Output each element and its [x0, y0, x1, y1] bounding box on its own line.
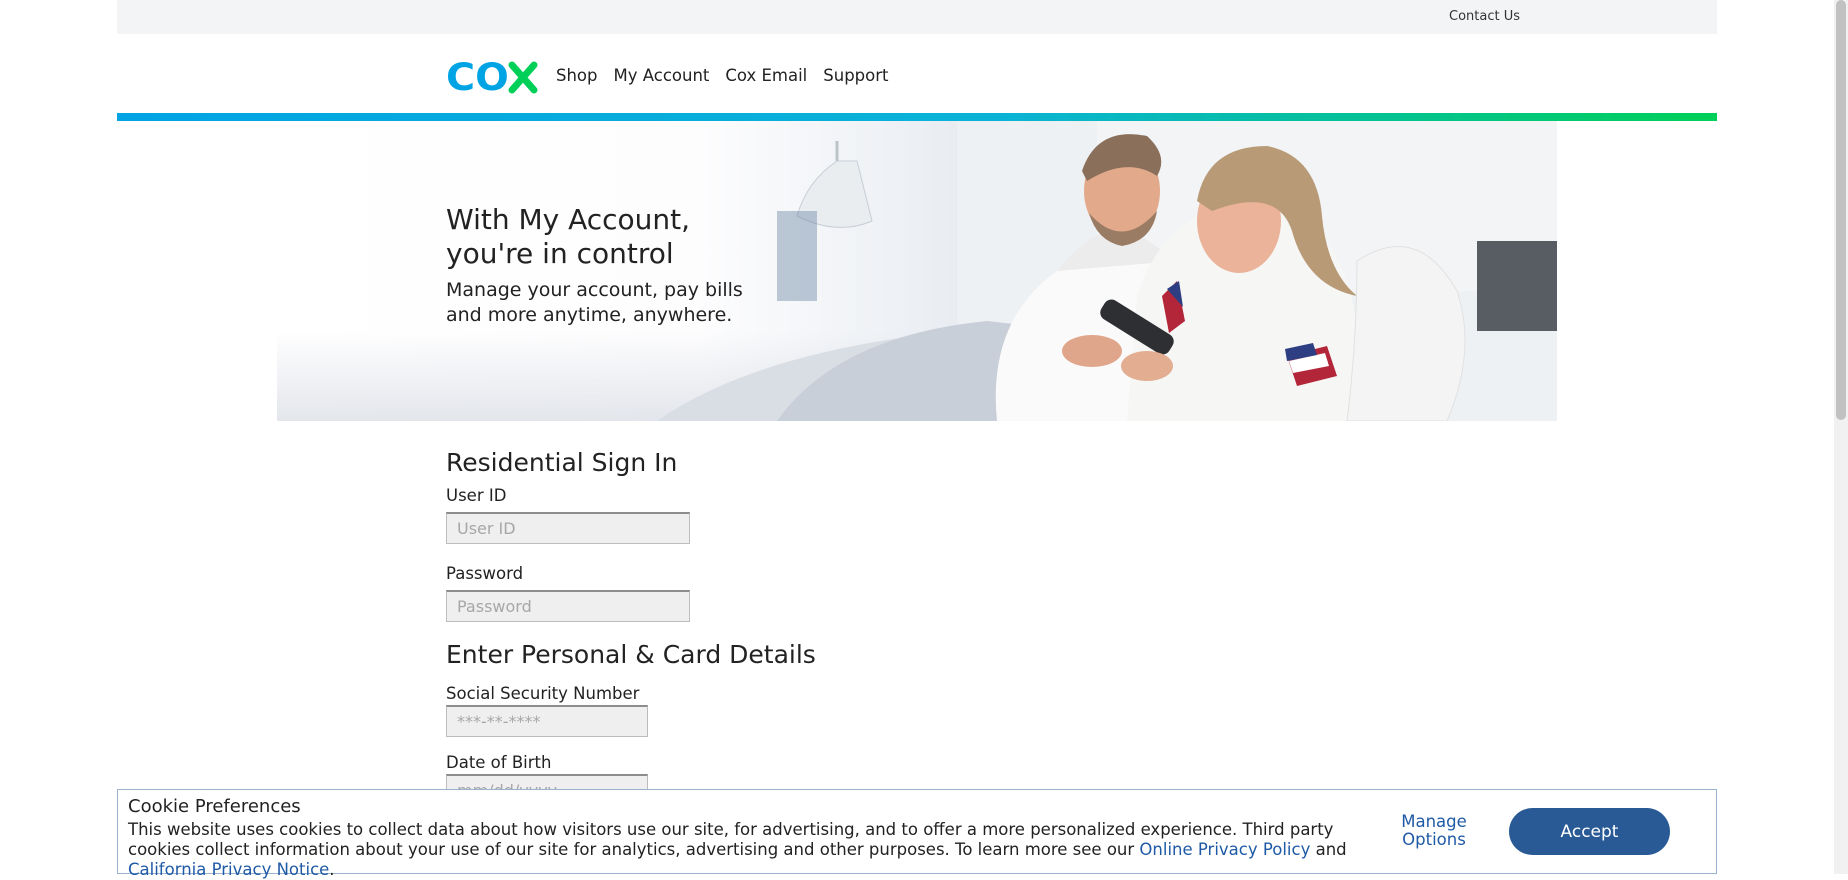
hero-subtitle: Manage your account, pay bills and more … — [446, 278, 766, 328]
nav-shop[interactable]: Shop — [556, 66, 598, 85]
ssn-input[interactable] — [446, 705, 648, 737]
hero-title-line2: you're in control — [446, 237, 674, 270]
userid-label: User ID — [446, 486, 507, 505]
ssn-label: Social Security Number — [446, 684, 640, 703]
utility-bar: Contact Us — [117, 0, 1717, 34]
contact-us-link[interactable]: Contact Us — [1449, 9, 1520, 24]
manage-options-line1: Manage — [1401, 812, 1467, 831]
hero-subtitle-line2: and more anytime, anywhere. — [446, 304, 733, 326]
userid-input[interactable] — [446, 512, 690, 544]
accept-cookies-button[interactable]: Accept — [1509, 808, 1670, 855]
password-input[interactable] — [446, 590, 690, 622]
hero-title: With My Account, you're in control — [446, 203, 866, 271]
cookie-text-and: and — [1310, 840, 1347, 859]
nav-cox-email[interactable]: Cox Email — [725, 66, 807, 85]
hero-banner: With My Account, you're in control Manag… — [277, 121, 1557, 421]
hero-couple-image — [657, 121, 1557, 421]
brand-gradient-bar — [117, 113, 1717, 121]
signin-heading: Residential Sign In — [446, 448, 678, 477]
password-label: Password — [446, 564, 524, 583]
hero-title-line1: With My Account, — [446, 203, 691, 236]
online-privacy-policy-link[interactable]: Online Privacy Policy — [1139, 840, 1310, 859]
cookie-text-end: . — [329, 860, 335, 879]
nav-my-account[interactable]: My Account — [614, 66, 710, 85]
dob-label: Date of Birth — [446, 753, 552, 772]
cookie-banner: Cookie Preferences This website uses coo… — [117, 789, 1717, 879]
cox-logo[interactable]: COX — [446, 59, 538, 95]
main-nav: Shop My Account Cox Email Support — [556, 66, 889, 85]
manage-options-link[interactable]: Manage Options — [1384, 813, 1484, 849]
page-scrollbar[interactable] — [1834, 0, 1848, 874]
details-heading: Enter Personal & Card Details — [446, 640, 816, 669]
cookie-text: This website uses cookies to collect dat… — [128, 820, 1378, 880]
hero-subtitle-line1: Manage your account, pay bills — [446, 279, 743, 301]
cookie-title: Cookie Preferences — [128, 796, 301, 817]
manage-options-line2: Options — [1402, 830, 1466, 849]
scrollbar-thumb[interactable] — [1836, 0, 1846, 420]
page: Contact Us COX Shop My Account Cox Email… — [0, 0, 1834, 879]
california-privacy-notice-link[interactable]: California Privacy Notice — [128, 860, 329, 879]
nav-support[interactable]: Support — [823, 66, 888, 85]
